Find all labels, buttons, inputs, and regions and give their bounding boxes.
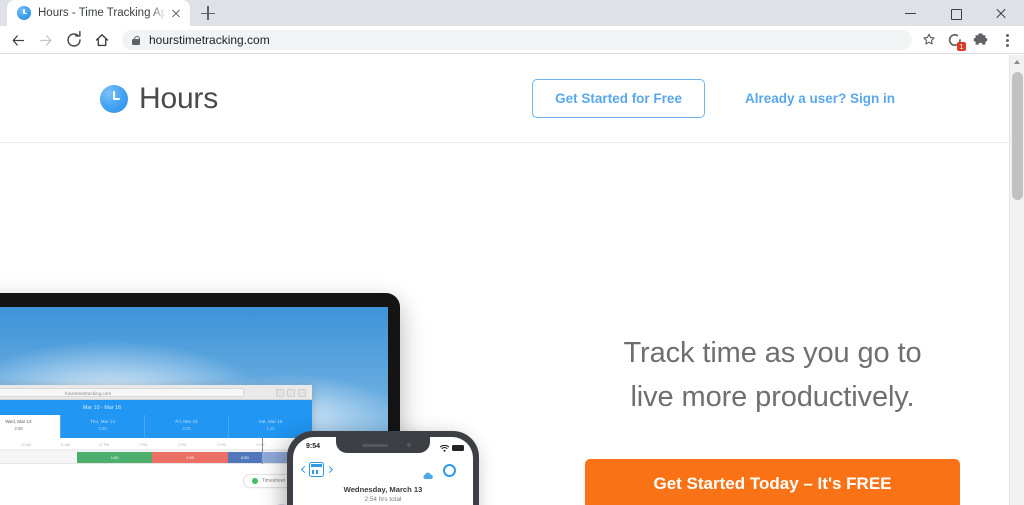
laptop-axis-tick: 10 AM: [20, 443, 32, 447]
get-started-free-button[interactable]: Get Started for Free: [532, 79, 705, 118]
maximize-icon[interactable]: [934, 0, 979, 26]
back-arrow-icon: [12, 35, 24, 46]
laptop-timeline: 1:001:000:500:03:45: [0, 437, 312, 464]
extension-badge-count: 1: [957, 42, 966, 51]
web-page: Hours Get Started for Free Already a use…: [0, 55, 1009, 505]
laptop-axis-tick: 4 PM: [256, 443, 265, 447]
timesheet-status-icon: [251, 478, 258, 484]
laptop-day-hours: 2:00: [98, 425, 107, 431]
star-icon: [923, 33, 935, 45]
timesheet-label: Timesheet: [261, 478, 285, 484]
hero-headline-line-2: live more productively.: [630, 381, 915, 413]
url-text: hourstimetracking.com: [149, 33, 270, 47]
hero-section: hourstimetracking.com Mar 10 - Mar 16 Tu…: [0, 143, 1009, 505]
minimize-icon[interactable]: [889, 0, 934, 26]
laptop-day-tab[interactable]: Thu, Mar 14 2:00: [60, 415, 144, 438]
front-camera-icon: [406, 442, 411, 447]
site-logo[interactable]: Hours: [100, 82, 218, 116]
page-viewport: Hours Get Started for Free Already a use…: [0, 55, 1024, 505]
laptop-axis-tick: 12 PM: [98, 443, 110, 447]
address-bar[interactable]: hourstimetracking.com: [122, 30, 912, 50]
battery-icon: [452, 445, 464, 451]
laptop-day-tab[interactable]: Wed, Mar 13 2:28: [0, 415, 60, 438]
laptop-day-hours: 2:28: [14, 425, 23, 431]
window-close-icon[interactable]: [979, 0, 1024, 26]
hero-headline-line-1: Track time as you go to: [623, 337, 922, 369]
laptop-timeline-block[interactable]: 0:50: [228, 452, 262, 463]
laptop-row[interactable]: [0, 496, 312, 505]
tab-strip: Hours - Time Tracking App Online: [0, 0, 1024, 26]
laptop-day-tabs: Tue, Mar 121:06Wed, Mar 132:28Thu, Mar 1…: [0, 415, 312, 438]
calendar-icon[interactable]: [309, 462, 324, 477]
laptop-axis-tick: 11 AM: [60, 443, 70, 447]
home-icon: [95, 34, 109, 47]
laptop-browser-chrome: hourstimetracking.com: [0, 385, 312, 400]
toolbar-actions: 1: [916, 26, 1020, 54]
tab-title: Hours - Time Tracking App Online: [38, 7, 166, 19]
scrollbar-thumb[interactable]: [1012, 72, 1023, 200]
chevron-right-icon[interactable]: [325, 465, 334, 474]
lock-icon: [132, 35, 141, 45]
laptop-day-label: Fri, Mar 15: [175, 419, 198, 424]
home-button[interactable]: [88, 26, 116, 54]
phone-total-hours: 2:54 hrs total: [364, 495, 402, 503]
laptop-day-label: Wed, Mar 13: [5, 419, 32, 424]
toolbar-divider: [0, 53, 1024, 54]
scroll-up-arrow-icon[interactable]: [1014, 60, 1020, 64]
reload-button[interactable]: [60, 26, 88, 54]
browser-menu-button[interactable]: [994, 26, 1020, 54]
laptop-timeline-block[interactable]: 1:00: [76, 452, 153, 463]
phone-notch: [336, 437, 430, 453]
browser-window: Hours - Time Tracking App Online: [0, 0, 1024, 505]
chevron-left-icon[interactable]: [300, 465, 309, 474]
window-controls: [889, 0, 1024, 26]
laptop-axis-tick: 1 PM: [138, 443, 148, 447]
sign-in-link[interactable]: Already a user? Sign in: [745, 91, 895, 106]
gear-icon[interactable]: [443, 464, 456, 477]
bookmark-star-button[interactable]: [916, 26, 942, 54]
laptop-timeline-block[interactable]: 1:00: [152, 452, 228, 463]
puzzle-icon: [973, 33, 988, 45]
browser-tab[interactable]: Hours - Time Tracking App Online: [7, 0, 190, 26]
laptop-browser-window: hourstimetracking.com Mar 10 - Mar 16 Tu…: [0, 385, 312, 505]
laptop-week-label: Mar 10 - Mar 16: [0, 400, 312, 415]
laptop-day-tab[interactable]: Fri, Mar 15 4:15: [144, 415, 228, 438]
extension-button[interactable]: 1: [942, 26, 968, 54]
back-button[interactable]: [4, 26, 32, 54]
logo-text: Hours: [139, 81, 219, 115]
laptop-window-buttons: [276, 388, 306, 397]
laptop-day-label: Thu, Mar 14: [90, 419, 115, 424]
laptop-axis-tick: 2 PM: [178, 443, 187, 447]
phone-status-time: 9:54: [306, 443, 321, 450]
laptop-day-hours: 4:15: [182, 425, 191, 431]
phone-date-nav: [300, 459, 465, 485]
phone-app-header: Wednesday, March 13 2:54 hrs total: [293, 457, 473, 505]
browser-toolbar: hourstimetracking.com 1: [0, 26, 1024, 54]
site-header: Hours Get Started for Free Already a use…: [0, 55, 1009, 143]
laptop-entry-list: Timesheet 0:03:45: [0, 464, 312, 505]
phone-date-label: Wednesday, March 13: [343, 485, 423, 494]
forward-button[interactable]: [32, 26, 60, 54]
phone-mockup: 9:54 Wednesday, March 13 2:54 hrs total: [287, 431, 479, 505]
cloud-sync-icon[interactable]: [422, 467, 434, 479]
laptop-day-label: Sat, Mar 16: [258, 419, 283, 424]
page-scrollbar[interactable]: [1009, 55, 1024, 505]
close-icon[interactable]: [168, 5, 184, 21]
laptop-day-hours: 1:15: [266, 425, 275, 431]
clock-favicon-icon: [17, 6, 31, 20]
new-tab-button[interactable]: [194, 0, 222, 26]
laptop-url-text: hourstimetracking.com: [0, 388, 244, 397]
extensions-puzzle-button[interactable]: [968, 26, 994, 54]
hero-copy: Track time as you go to live more produc…: [585, 331, 960, 505]
forward-arrow-icon: [40, 35, 52, 46]
reload-icon: [67, 30, 81, 47]
clock-icon: [100, 84, 128, 113]
phone-screen: 9:54 Wednesday, March 13 2:54 hrs total: [293, 437, 473, 505]
laptop-axis-tick: 3 PM: [217, 443, 226, 447]
site-nav: Get Started for Free Already a user? Sig…: [532, 79, 895, 118]
laptop-time-axis: 7 AM8 AM9 AM10 AM11 AM12 PM1 PM2 PM3 PM4…: [0, 438, 312, 451]
get-started-today-button[interactable]: Get Started Today – It's FREE: [585, 459, 960, 505]
speaker-icon: [362, 443, 388, 447]
wifi-icon: [439, 444, 450, 452]
